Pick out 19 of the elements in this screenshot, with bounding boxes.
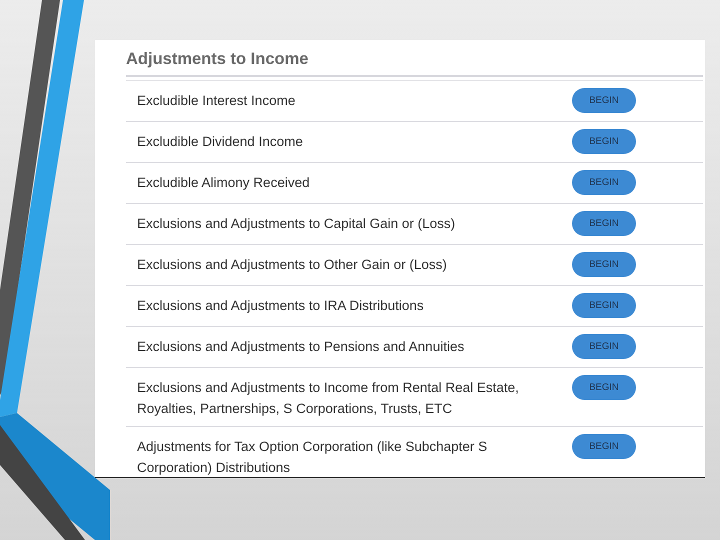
begin-button[interactable]: BEGIN bbox=[572, 434, 636, 459]
item-label: Exclusions and Adjustments to Capital Gain or (Loss) bbox=[137, 215, 456, 233]
item-label: Excludible Alimony Received bbox=[137, 174, 311, 192]
item-label: Adjustments for Tax Option Corporation (like Subchapter S Corporation) Distributions bbox=[137, 438, 488, 477]
begin-button[interactable]: BEGIN bbox=[572, 211, 636, 236]
begin-button[interactable]: BEGIN bbox=[572, 129, 636, 154]
item-label: Exclusions and Adjustments to Income from Rental Real Estate, Royalties, Partnerships, S Corporations, Trusts, ETC bbox=[137, 379, 520, 418]
begin-button[interactable]: BEGIN bbox=[572, 334, 636, 359]
begin-button[interactable]: BEGIN bbox=[572, 88, 636, 113]
page-title: Adjustments to Income bbox=[126, 50, 703, 77]
item-label: Exclusions and Adjustments to IRA Distributions bbox=[137, 297, 425, 315]
begin-button[interactable]: BEGIN bbox=[572, 170, 636, 195]
item-label: Exclusions and Adjustments to Pensions and Annuities bbox=[137, 338, 466, 356]
begin-button[interactable]: BEGIN bbox=[572, 293, 636, 318]
item-label: Excludible Dividend Income bbox=[137, 133, 304, 151]
begin-button[interactable]: BEGIN bbox=[572, 375, 636, 400]
item-label: Exclusions and Adjustments to Other Gain or (Loss) bbox=[137, 256, 448, 274]
item-label: Excludible Interest Income bbox=[137, 92, 296, 110]
begin-button[interactable]: BEGIN bbox=[572, 252, 636, 277]
